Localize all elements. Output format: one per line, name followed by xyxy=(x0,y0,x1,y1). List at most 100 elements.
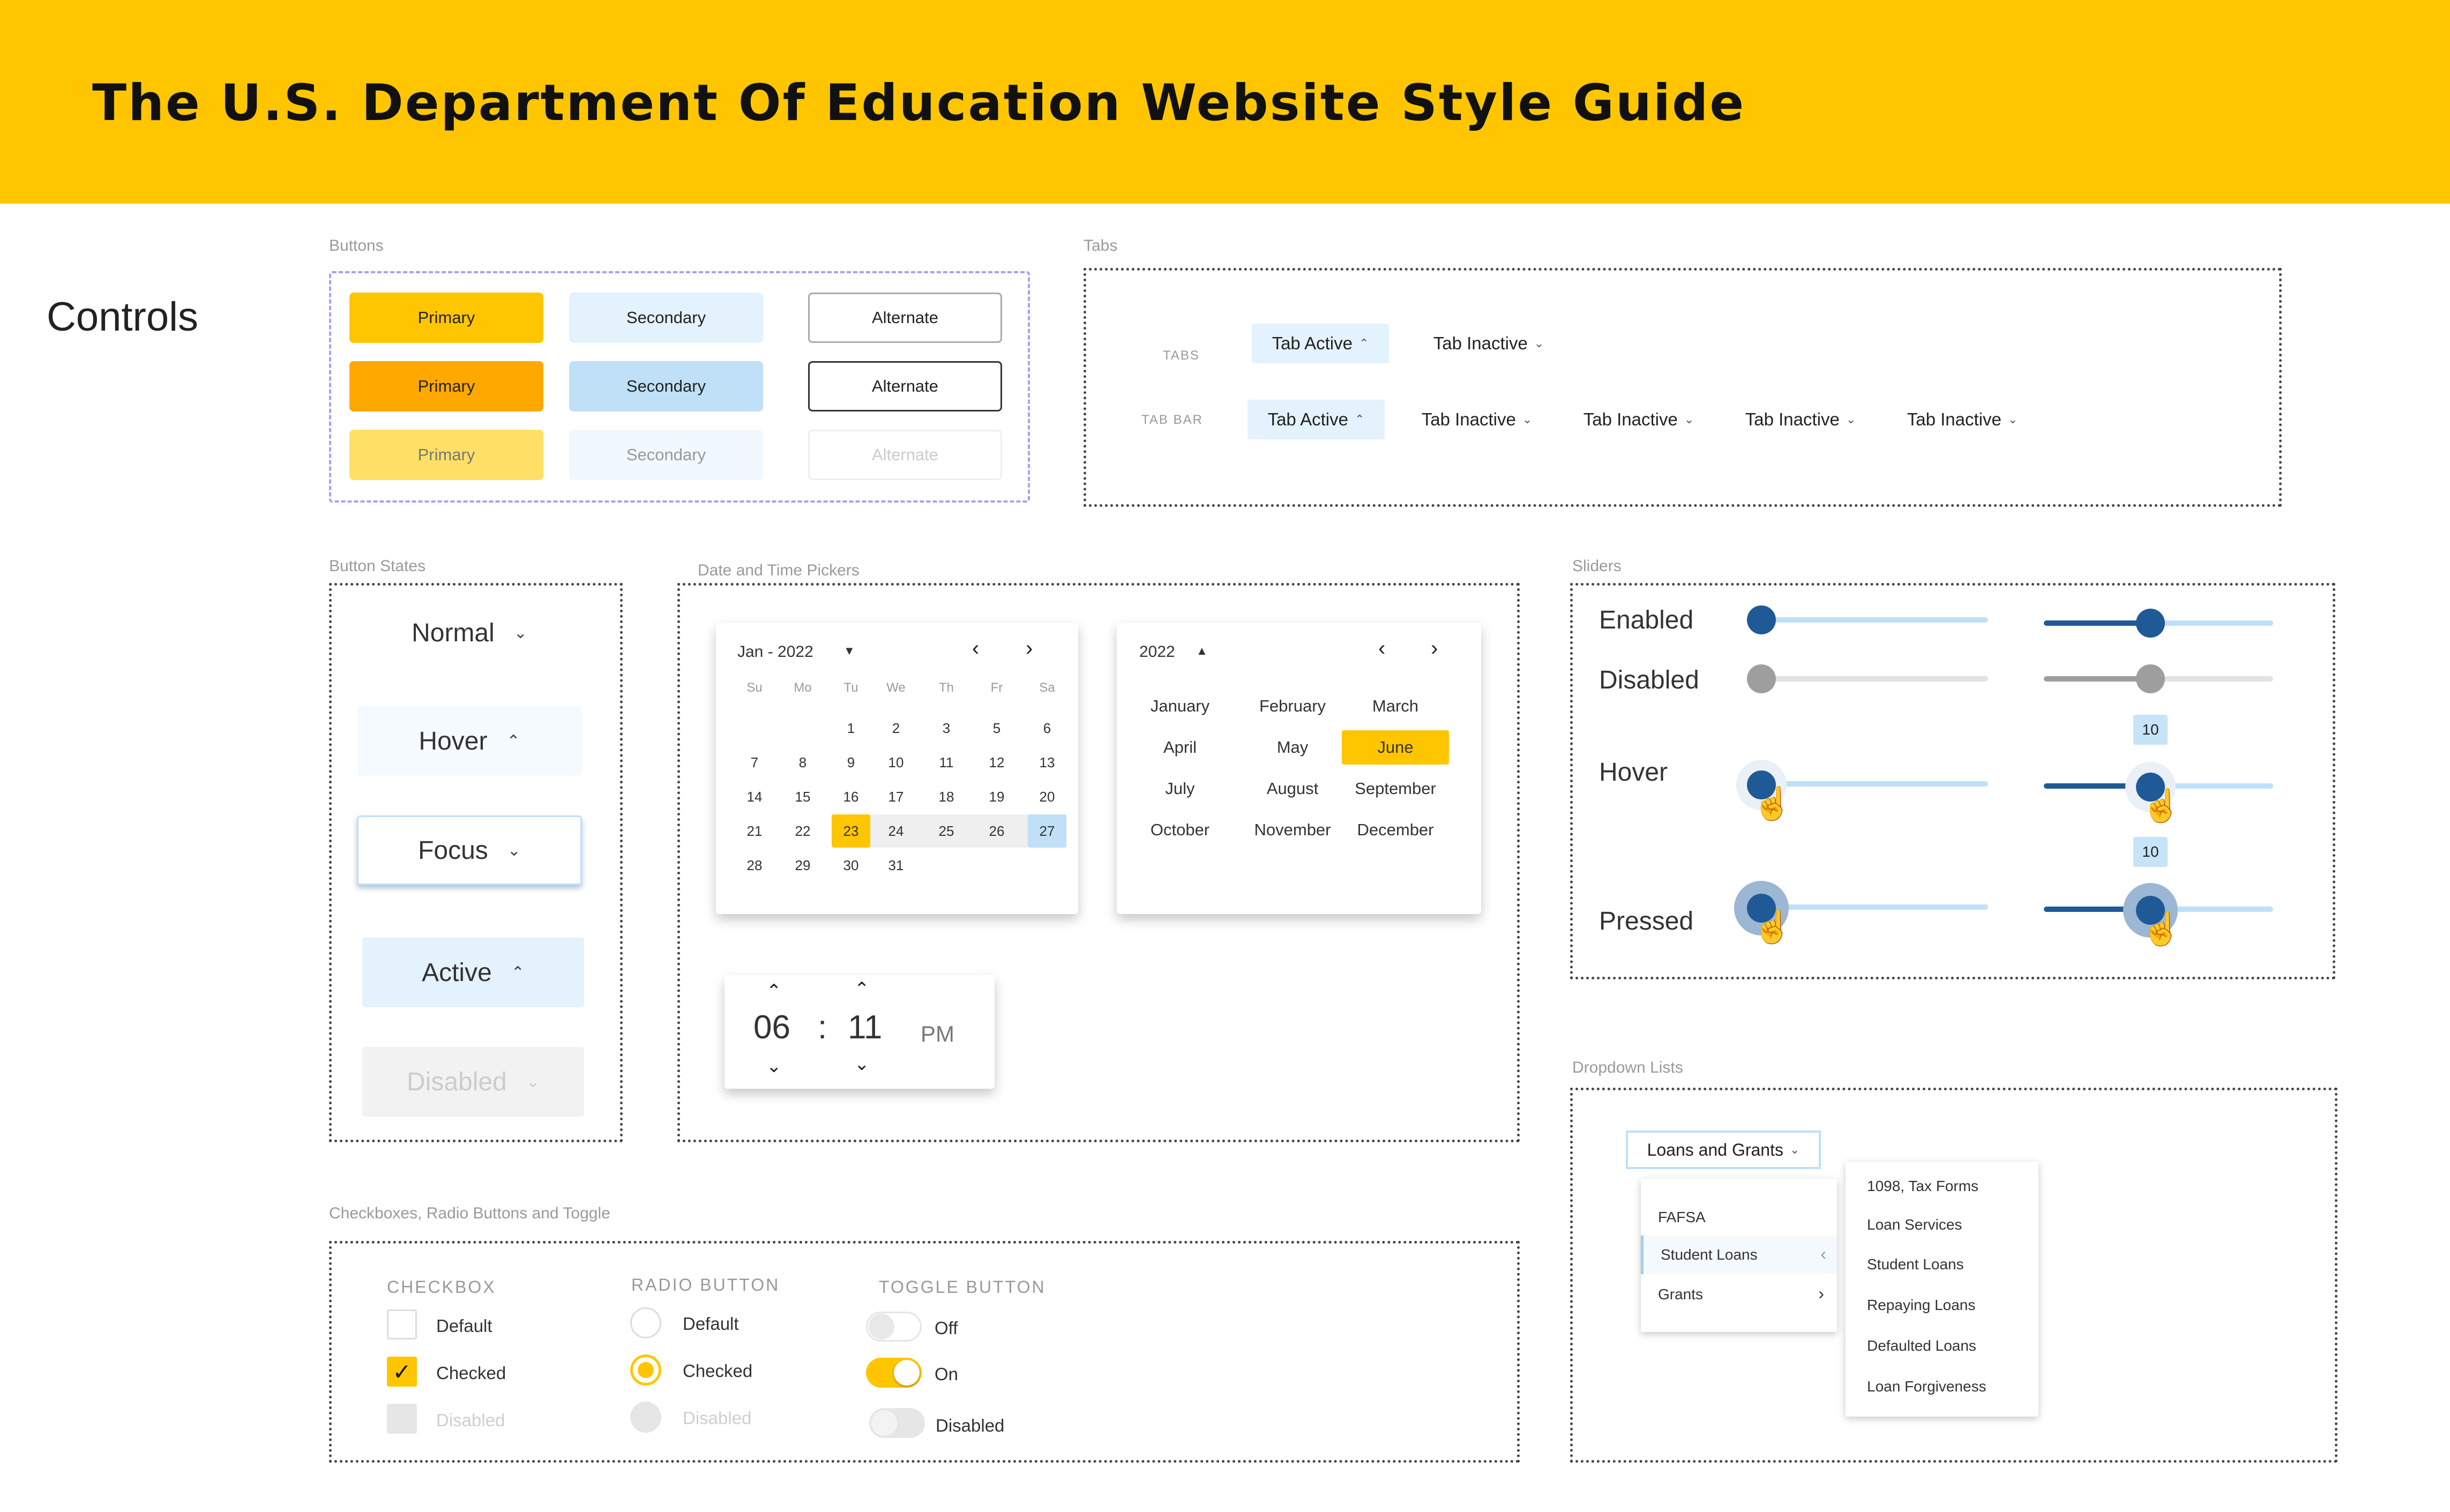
radio-default[interactable] xyxy=(630,1307,661,1338)
time-separator: : xyxy=(818,1009,827,1046)
calendar-day[interactable]: 28 xyxy=(735,849,774,882)
calendar-day[interactable]: 26 xyxy=(977,814,1016,848)
chevron-left-icon[interactable]: ‹ xyxy=(972,637,979,661)
hour-value[interactable]: 06 xyxy=(753,1008,790,1046)
calendar-day[interactable]: 8 xyxy=(783,746,822,779)
calendar-day[interactable]: 1 xyxy=(832,712,870,745)
chevron-right-icon[interactable]: › xyxy=(1431,637,1438,661)
tabbar-tab-inactive[interactable]: Tab Inactive ⌄ xyxy=(1408,400,1545,439)
primary-button-hover[interactable]: Primary xyxy=(349,361,543,411)
calendar-day[interactable]: 31 xyxy=(877,849,915,882)
checkbox-checked[interactable]: ✓ xyxy=(387,1357,417,1387)
alternate-button-hover[interactable]: Alternate xyxy=(808,361,1002,411)
month-cell[interactable]: August xyxy=(1239,772,1346,806)
secondary-button[interactable]: Secondary xyxy=(569,293,763,343)
calendar-day[interactable]: 18 xyxy=(927,780,966,813)
calendar-day[interactable]: 15 xyxy=(783,780,822,813)
month-cell[interactable]: October xyxy=(1126,813,1234,847)
month-cell[interactable]: December xyxy=(1342,813,1449,847)
chevron-right-icon[interactable]: › xyxy=(1026,637,1033,661)
tabbar-tab-inactive[interactable]: Tab Inactive ⌄ xyxy=(1894,400,2031,439)
tab-inactive[interactable]: Tab Inactive ⌄ xyxy=(1420,324,1557,363)
calendar-day[interactable]: 5 xyxy=(977,712,1016,745)
tab-active[interactable]: Tab Active ⌃ xyxy=(1252,324,1389,363)
calendar-day[interactable]: 11 xyxy=(927,746,966,779)
caret-down-icon[interactable]: ▼ xyxy=(843,644,855,658)
state-active-button[interactable]: Active ⌃ xyxy=(362,938,584,1007)
tabbar-tab-inactive[interactable]: Tab Inactive ⌄ xyxy=(1570,400,1707,439)
calendar-day[interactable]: 13 xyxy=(1028,746,1066,779)
radio-checked[interactable] xyxy=(630,1354,661,1386)
slider-thumb[interactable] xyxy=(1747,605,1776,634)
state-hover-button[interactable]: Hover ⌃ xyxy=(357,706,582,776)
calendar-day[interactable]: 9 xyxy=(832,746,870,779)
calendar-day[interactable]: 14 xyxy=(735,780,774,813)
slider-fill-disabled xyxy=(2044,676,2151,682)
month-cell[interactable]: May xyxy=(1239,730,1346,765)
calendar-day[interactable]: 16 xyxy=(832,780,870,813)
toggle-off[interactable] xyxy=(866,1312,922,1342)
submenu-item[interactable]: Repaying Loans xyxy=(1867,1297,1975,1314)
month-cell[interactable]: January xyxy=(1126,689,1234,723)
month-picker-year[interactable]: 2022 xyxy=(1139,643,1175,661)
calendar-day[interactable]: 10 xyxy=(877,746,915,779)
period-value[interactable]: PM xyxy=(921,1021,954,1047)
month-cell[interactable]: March xyxy=(1342,689,1449,723)
caret-up-icon[interactable]: ▲ xyxy=(1196,644,1208,658)
alternate-button[interactable]: Alternate xyxy=(808,293,1002,343)
calendar-day[interactable]: 29 xyxy=(783,849,822,882)
calendar-day[interactable]: 20 xyxy=(1028,780,1066,813)
hour-up-icon[interactable]: ⌃ xyxy=(766,980,782,1002)
calendar-day[interactable]: 19 xyxy=(977,780,1016,813)
calendar-day[interactable]: 12 xyxy=(977,746,1016,779)
state-normal-button[interactable]: Normal ⌄ xyxy=(357,598,582,668)
calendar-day[interactable]: 3 xyxy=(927,712,966,745)
slider-thumb[interactable] xyxy=(2136,609,2165,638)
calendar-month-year[interactable]: Jan - 2022 xyxy=(737,643,813,661)
month-cell[interactable]: February xyxy=(1239,689,1346,723)
slider-track[interactable] xyxy=(1761,781,1988,787)
submenu-item[interactable]: 1098, Tax Forms xyxy=(1867,1178,1978,1195)
tabbar-tab-active[interactable]: Tab Active ⌃ xyxy=(1248,400,1385,439)
calendar-day[interactable]: 25 xyxy=(927,814,966,848)
submenu-item[interactable]: Student Loans xyxy=(1867,1256,1964,1273)
state-focus-button[interactable]: Focus ⌄ xyxy=(357,815,582,885)
toggle-disabled xyxy=(869,1408,925,1438)
slider-track[interactable] xyxy=(1761,904,1988,910)
dropdown-button[interactable]: Loans and Grants ⌄ xyxy=(1626,1131,1821,1169)
calendar-day[interactable]: 21 xyxy=(735,814,774,848)
minute-down-icon[interactable]: ⌄ xyxy=(854,1053,870,1075)
month-cell[interactable]: September xyxy=(1342,772,1449,806)
calendar-day[interactable]: 17 xyxy=(877,780,915,813)
calendar-day-highlighted[interactable]: 27 xyxy=(1028,814,1066,848)
month-cell-selected[interactable]: June xyxy=(1342,730,1449,765)
secondary-button-hover[interactable]: Secondary xyxy=(569,361,763,411)
primary-button[interactable]: Primary xyxy=(349,293,543,343)
minute-value[interactable]: 11 xyxy=(848,1008,882,1046)
month-cell[interactable]: July xyxy=(1126,772,1234,806)
submenu-item[interactable]: Defaulted Loans xyxy=(1867,1337,1976,1354)
calendar-day[interactable]: 2 xyxy=(877,712,915,745)
calendar-day[interactable]: 24 xyxy=(877,814,915,848)
slider-track[interactable] xyxy=(1761,617,1988,623)
calendar-day[interactable]: 22 xyxy=(783,814,822,848)
menu-item-grants[interactable]: Grants › xyxy=(1641,1275,1837,1314)
tabbar-tab-inactive[interactable]: Tab Inactive ⌄ xyxy=(1732,400,1869,439)
hour-down-icon[interactable]: ⌄ xyxy=(766,1056,782,1077)
calendar-day[interactable]: 30 xyxy=(832,849,870,882)
dropdowns-section-label: Dropdown Lists xyxy=(1572,1059,1683,1076)
calendar-day-selected[interactable]: 23 xyxy=(832,814,870,848)
submenu-item[interactable]: Loan Forgiveness xyxy=(1867,1378,1986,1395)
chevron-left-icon[interactable]: ‹ xyxy=(1378,637,1385,661)
chevron-up-icon: ⌃ xyxy=(506,732,520,750)
submenu-item[interactable]: Loan Services xyxy=(1867,1216,1962,1233)
calendar-day[interactable]: 6 xyxy=(1028,712,1066,745)
menu-item-fafsa[interactable]: FAFSA xyxy=(1641,1198,1837,1237)
toggle-on[interactable] xyxy=(866,1358,922,1388)
month-cell[interactable]: April xyxy=(1126,730,1234,765)
minute-up-icon[interactable]: ⌃ xyxy=(854,978,870,1000)
checkbox-default[interactable] xyxy=(387,1309,417,1339)
calendar-day[interactable]: 7 xyxy=(735,746,774,779)
month-cell[interactable]: November xyxy=(1239,813,1346,847)
menu-item-student-loans[interactable]: Student Loans ‹ xyxy=(1641,1236,1837,1274)
